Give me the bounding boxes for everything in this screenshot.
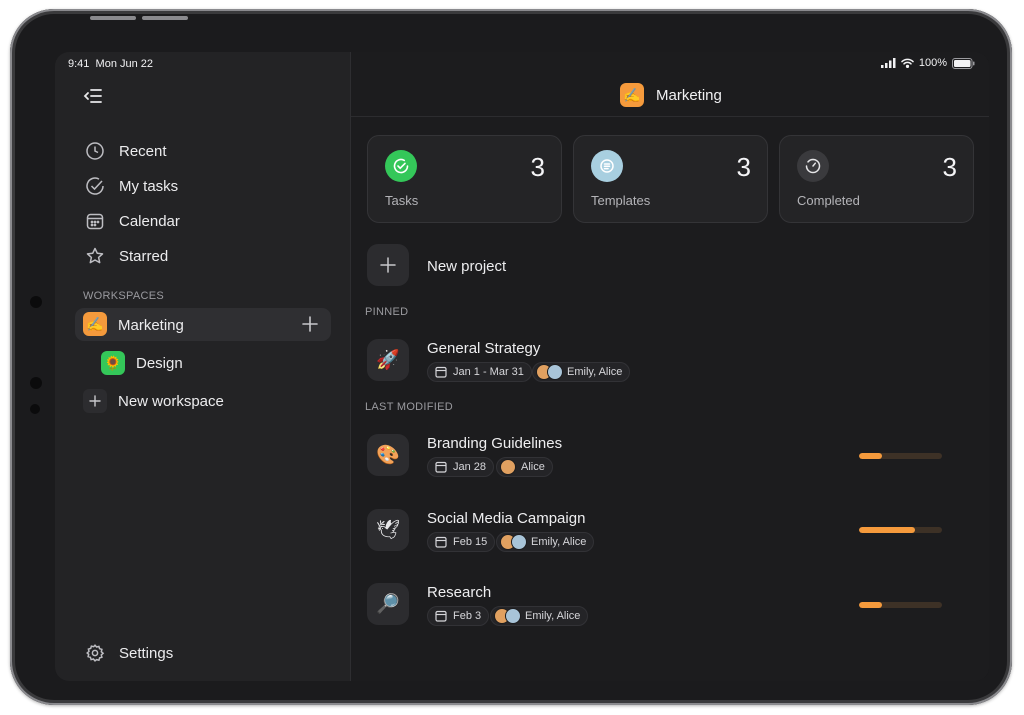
date-text: Feb 3 (453, 610, 482, 622)
nav-my-tasks[interactable]: My tasks (85, 172, 178, 200)
avatar-group (500, 534, 527, 550)
progress-bar (859, 527, 942, 533)
completed-clock-icon (797, 150, 829, 182)
clock-icon (86, 142, 104, 160)
date-text: Jan 28 (453, 461, 487, 473)
main-content: 100% ✍ Marketing 3 Tasks 3 Templates 3 C… (351, 52, 989, 681)
progress-bar (859, 453, 942, 459)
palette-icon: 🎨 (367, 434, 409, 476)
calendar-icon (435, 461, 447, 473)
stat-label: Completed (797, 193, 860, 208)
stat-label: Templates (591, 193, 651, 208)
project-title: Social Media Campaign (427, 510, 586, 527)
assignees-chip: Alice (496, 457, 553, 477)
calendar-icon (435, 366, 447, 378)
avatar (547, 364, 563, 380)
progress-fill (859, 602, 883, 608)
assignees-text: Emily, Alice (525, 610, 581, 622)
plus-icon (83, 389, 107, 413)
dove-icon: 🕊 (367, 509, 409, 551)
gear-icon (86, 644, 105, 662)
magnifier-icon: 🔎 (367, 583, 409, 625)
status-date: Mon Jun 22 (95, 58, 154, 70)
nav-starred[interactable]: Starred (85, 242, 168, 270)
stat-card-tasks[interactable]: 3 Tasks (367, 135, 562, 223)
calendar-icon (435, 536, 447, 548)
nav-label: Recent (119, 142, 167, 160)
page-title: Marketing (656, 87, 722, 104)
workspaces-heading: WORKSPACES (83, 290, 165, 302)
volume-button (90, 16, 136, 20)
nav-label: Calendar (119, 212, 180, 230)
stat-count: 3 (736, 152, 751, 182)
project-title: Branding Guidelines (427, 435, 563, 452)
stat-count: 3 (942, 152, 957, 182)
sensor-dot (30, 404, 40, 414)
check-circle-icon (86, 177, 104, 195)
assignees-chip: Emily, Alice (496, 532, 595, 552)
design-workspace-icon: 🌻 (101, 351, 125, 375)
template-icon (591, 150, 623, 182)
workspace-label: Marketing (118, 317, 184, 334)
header-workspace-icon: ✍ (620, 83, 644, 107)
settings-label: Settings (119, 644, 174, 662)
new-workspace-label: New workspace (118, 393, 224, 410)
check-badge-icon (385, 150, 417, 182)
workspace-marketing[interactable] (75, 308, 331, 341)
project-title: Research (427, 584, 492, 601)
header-bar (351, 52, 989, 117)
stat-count: 3 (530, 152, 545, 182)
collapse-sidebar-icon[interactable] (82, 86, 104, 106)
nav-label: Starred (119, 247, 169, 265)
progress-fill (859, 527, 916, 533)
date-chip: Feb 15 (427, 532, 496, 552)
calendar-icon (86, 213, 104, 230)
date-chip: Feb 3 (427, 606, 490, 626)
marketing-workspace-icon: ✍ (83, 312, 107, 336)
avatar-group (536, 364, 563, 380)
date-chip: Jan 1 - Mar 31 (427, 362, 532, 382)
date-chip: Jan 28 (427, 457, 495, 477)
assignees-text: Alice (521, 461, 545, 473)
plus-icon (367, 244, 409, 286)
tablet-frame: 9:41 Mon Jun 22 Recent My tasks Calendar (10, 9, 1012, 705)
avatar (500, 459, 516, 475)
assignees-chip: Emily, Alice (490, 606, 589, 626)
status-time: 9:41 Mon Jun 22 (68, 58, 153, 70)
date-text: Feb 15 (453, 536, 488, 548)
assignees-text: Emily, Alice (531, 536, 587, 548)
avatar (505, 608, 521, 624)
nav-recent[interactable]: Recent (85, 137, 167, 165)
workspace-design[interactable] (95, 349, 295, 377)
camera-dot (30, 377, 42, 389)
settings-button[interactable]: Settings (85, 639, 173, 667)
stat-card-templates[interactable]: 3 Templates (573, 135, 768, 223)
sidebar: 9:41 Mon Jun 22 Recent My tasks Calendar (55, 52, 351, 681)
nav-calendar[interactable]: Calendar (85, 207, 180, 235)
star-icon (86, 247, 104, 264)
last-modified-heading: LAST MODIFIED (365, 401, 454, 413)
power-button (142, 16, 188, 20)
status-clock: 9:41 (68, 58, 90, 70)
new-project-label: New project (427, 258, 507, 275)
avatar (511, 534, 527, 550)
camera-dot (30, 296, 42, 308)
calendar-icon (435, 610, 447, 622)
pinned-heading: PINNED (365, 306, 409, 318)
project-title: General Strategy (427, 340, 541, 357)
assignees-text: Emily, Alice (567, 366, 623, 378)
rocket-icon: 🚀 (367, 339, 409, 381)
stat-label: Tasks (385, 193, 419, 208)
progress-bar (859, 602, 942, 608)
assignees-chip: Emily, Alice (532, 362, 631, 382)
workspace-label: Design (136, 355, 183, 372)
avatar-group (494, 608, 521, 624)
progress-fill (859, 453, 883, 459)
date-text: Jan 1 - Mar 31 (453, 366, 524, 378)
add-project-icon[interactable] (301, 315, 319, 333)
screen: 9:41 Mon Jun 22 Recent My tasks Calendar (55, 52, 989, 681)
stat-card-completed[interactable]: 3 Completed (779, 135, 974, 223)
nav-label: My tasks (119, 177, 179, 195)
